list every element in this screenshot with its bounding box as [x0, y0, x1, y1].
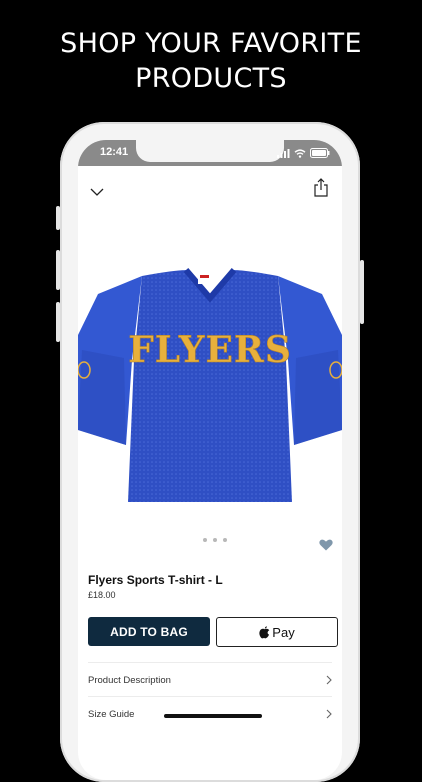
size-guide-label: Size Guide — [88, 708, 135, 720]
phone-power-button — [360, 260, 364, 324]
apple-logo-icon — [259, 625, 270, 638]
jersey-body — [128, 270, 292, 502]
product-price: £18.00 — [88, 590, 116, 600]
carousel-dot[interactable] — [213, 538, 217, 542]
home-indicator[interactable] — [164, 714, 262, 718]
carousel-dot[interactable] — [223, 538, 227, 542]
jersey-tag — [198, 273, 211, 284]
jersey-lettering: FLYERS — [128, 329, 292, 371]
chevron-right-icon — [326, 709, 332, 719]
notch — [136, 140, 284, 162]
chevron-right-icon — [326, 675, 332, 685]
share-icon[interactable] — [314, 178, 328, 202]
product-description-row[interactable]: Product Description — [88, 662, 332, 697]
promo-headline-line-2: PRODUCTS — [135, 63, 287, 94]
product-description-label: Product Description — [88, 674, 171, 686]
phone-frame: 12:41 FLYERS Flyers Sports T-shirt - L £… — [60, 122, 360, 782]
chevron-down-icon[interactable] — [90, 184, 104, 202]
product-image[interactable]: FLYERS — [78, 240, 342, 520]
status-bar: 12:41 — [78, 140, 342, 166]
add-to-bag-button[interactable]: ADD TO BAG — [88, 617, 210, 646]
apple-pay-label: Pay — [272, 624, 295, 640]
heart-icon[interactable] — [319, 538, 333, 556]
phone-screen: 12:41 FLYERS Flyers Sports T-shirt - L £… — [78, 140, 342, 780]
signal-icon — [277, 148, 290, 158]
image-carousel-dots[interactable] — [203, 538, 227, 542]
product-title: Flyers Sports T-shirt - L — [88, 573, 223, 587]
carousel-dot[interactable] — [203, 538, 207, 542]
wifi-icon — [294, 148, 306, 158]
status-icons — [277, 148, 330, 158]
apple-pay-button[interactable]: Pay — [216, 617, 338, 647]
promo-headline-line-1: SHOP YOUR FAVORITE — [60, 28, 362, 59]
status-time: 12:41 — [100, 146, 129, 158]
promo-headline: SHOP YOUR FAVORITE PRODUCTS — [0, 26, 422, 96]
battery-icon — [310, 148, 330, 158]
